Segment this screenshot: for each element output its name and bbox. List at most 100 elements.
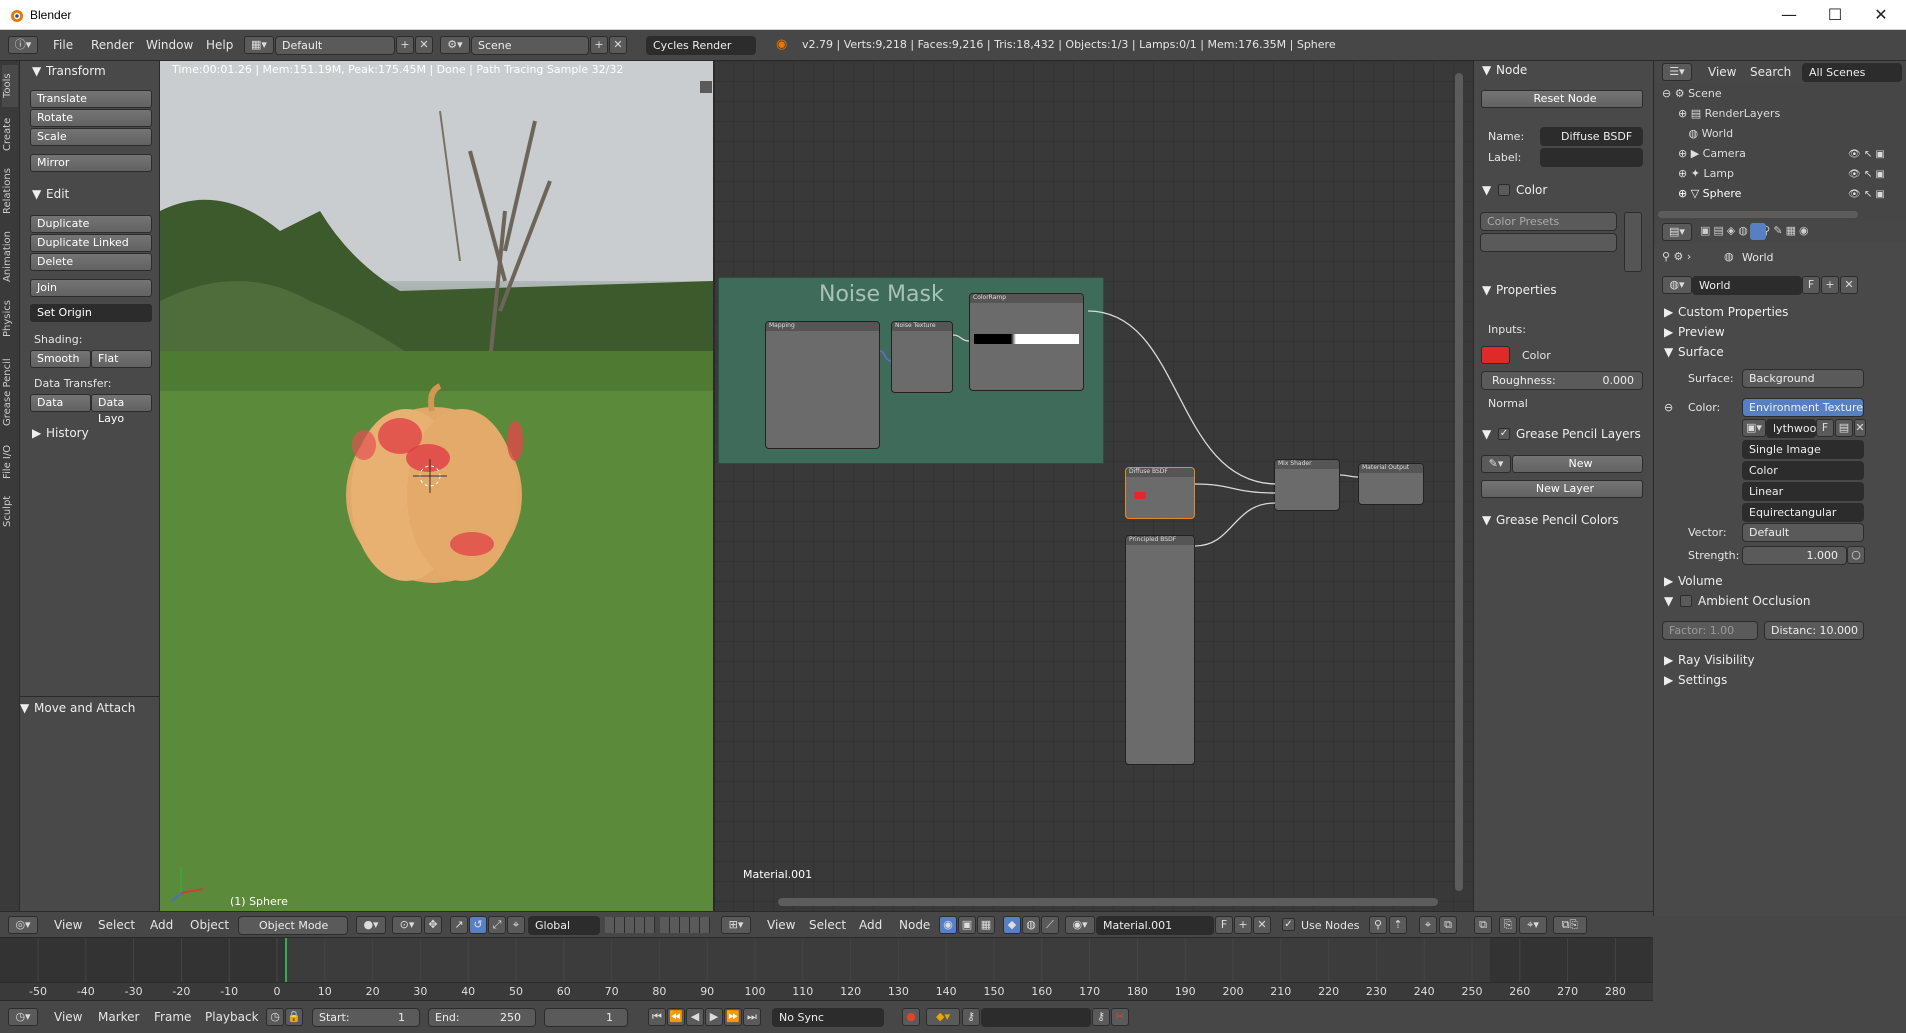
visibility-eye-icon[interactable]: 👁 ↖ ▣ xyxy=(1848,189,1885,200)
world-tab-icon[interactable] xyxy=(1750,223,1766,240)
node-label-field[interactable] xyxy=(1540,148,1643,167)
outliner-filter-select[interactable]: All Scenes xyxy=(1802,63,1902,82)
3d-add-menu[interactable]: Add xyxy=(150,918,173,932)
operator-collapse-icon[interactable]: ▼ xyxy=(20,701,29,715)
ao-collapse-icon[interactable]: ▼ xyxy=(1664,594,1673,608)
world-unlink-icon[interactable]: ✕ xyxy=(1840,276,1858,294)
go-parent-icon[interactable]: ⇡ xyxy=(1389,916,1407,934)
3d-viewport[interactable]: Time:00:01.26 | Mem:151.19M, Peak:175.45… xyxy=(160,61,713,916)
timeline-playback-menu[interactable]: Playback xyxy=(205,1010,259,1024)
image-fake-user-button[interactable]: F xyxy=(1816,419,1834,437)
diffuse-bsdf-node[interactable]: Diffuse BSDF xyxy=(1125,467,1195,519)
node-collapse-icon[interactable]: ▼ xyxy=(1482,63,1491,77)
properties-collapse-icon[interactable]: ▼ xyxy=(1482,283,1491,297)
node-tree-icon[interactable]: ⧉ xyxy=(1474,916,1492,934)
tab-physics[interactable]: Physics xyxy=(2,293,18,345)
translate-manipulator-icon[interactable]: ↗ xyxy=(450,916,468,934)
properties-editor-type-icon[interactable]: ▤▾ xyxy=(1662,223,1692,241)
grease-layers-checkbox[interactable]: ✓ xyxy=(1498,428,1510,440)
color-presets-select[interactable]: Color Presets xyxy=(1480,212,1617,231)
pivot-point-icon[interactable]: ⊙▾ xyxy=(392,916,422,934)
snap-icon[interactable]: ⌖ xyxy=(507,916,525,934)
image-unlink-icon[interactable]: ✕ xyxy=(1854,419,1866,437)
world-browse-icon[interactable]: ◍▾ xyxy=(1662,276,1692,294)
node-header[interactable]: Node xyxy=(1496,63,1527,77)
add-screen-icon[interactable]: + xyxy=(396,36,414,54)
outliner-scrollbar[interactable] xyxy=(1658,211,1858,218)
end-frame-field[interactable]: End: 250 xyxy=(428,1008,536,1027)
image-browse-icon[interactable]: ▣▾ xyxy=(1742,419,1766,437)
node-color-checkbox[interactable] xyxy=(1498,184,1510,196)
ray-visibility-expand-icon[interactable]: ▶ xyxy=(1664,653,1673,667)
transform-orientation-select[interactable]: Global xyxy=(528,916,600,935)
layers-grid-left[interactable] xyxy=(605,917,655,933)
world-name-field[interactable]: World xyxy=(1692,276,1802,295)
tab-relations[interactable]: Relations xyxy=(2,161,18,221)
history-expand-icon[interactable]: ▶ xyxy=(32,426,41,440)
surface-header[interactable]: Surface xyxy=(1678,345,1724,359)
timeline-view-menu[interactable]: View xyxy=(54,1010,82,1024)
diffuse-color-swatch[interactable] xyxy=(1134,492,1146,499)
jump-start-icon[interactable]: ⏮ xyxy=(648,1008,666,1026)
timeline-editor-type-icon[interactable]: ◷▾ xyxy=(8,1008,38,1026)
use-nodes-checkbox[interactable]: ✓ xyxy=(1282,918,1295,931)
visibility-eye-icon[interactable]: 👁 ↖ ▣ xyxy=(1848,149,1885,160)
material-output-node[interactable]: Material Output xyxy=(1358,463,1424,505)
grease-colors-collapse-icon[interactable]: ▼ xyxy=(1482,513,1491,527)
ao-checkbox[interactable] xyxy=(1680,595,1692,607)
world-new-icon[interactable]: + xyxy=(1821,276,1839,294)
ao-factor-field[interactable]: Factor: 1.00 xyxy=(1662,621,1758,640)
new-grease-button[interactable]: New xyxy=(1512,455,1643,473)
viewport-corner-widget[interactable] xyxy=(700,81,712,93)
data-layout-button[interactable]: Data Layo xyxy=(91,394,152,425)
minimize-button[interactable]: — xyxy=(1766,0,1812,30)
keying-set-icon[interactable]: ◆▾ xyxy=(926,1008,960,1026)
play-reverse-icon[interactable]: ◀ xyxy=(686,1008,704,1026)
ray-visibility-header[interactable]: Ray Visibility xyxy=(1678,653,1755,667)
material-name-field[interactable]: Material.001 xyxy=(1096,916,1214,935)
timeline-area[interactable]: -50 -40 -30 -20 -10 0 10 20 30 40 50 60 70 80 90 100 110… xyxy=(0,938,1653,1000)
ao-distance-field[interactable]: Distanc: 10.000 xyxy=(1764,621,1864,640)
outliner-item-renderlayers[interactable]: ⊕ ▤ RenderLayers xyxy=(1678,107,1780,120)
interpolation-select[interactable]: Linear xyxy=(1742,482,1864,501)
scene-field[interactable]: Scene xyxy=(471,36,589,55)
outliner-item-camera[interactable]: ⊕ ▶ Camera xyxy=(1678,147,1746,160)
ambient-occlusion-header[interactable]: Ambient Occlusion xyxy=(1698,594,1810,608)
jump-end-icon[interactable]: ⏭ xyxy=(743,1008,761,1026)
material-fake-user-button[interactable]: F xyxy=(1215,916,1233,934)
grease-layers-collapse-icon[interactable]: ▼ xyxy=(1482,427,1491,441)
menu-help[interactable]: Help xyxy=(206,38,233,52)
node-select-menu[interactable]: Select xyxy=(809,918,846,932)
tab-file-io[interactable]: File I/O xyxy=(2,439,18,485)
noise-texture-node[interactable]: Noise Texture xyxy=(891,321,953,393)
color-input-swatch[interactable] xyxy=(1481,346,1510,364)
snap-element-icon[interactable]: ⌖▾ xyxy=(1519,916,1547,934)
material-new-icon[interactable]: + xyxy=(1234,916,1252,934)
play-icon[interactable]: ▶ xyxy=(705,1008,723,1026)
outliner-view-menu[interactable]: View xyxy=(1708,65,1736,79)
3d-editor-type-icon[interactable]: ◎▾ xyxy=(8,916,38,934)
texture-nodes-icon[interactable]: ▦ xyxy=(977,916,995,934)
screen-layout-field[interactable]: Default xyxy=(275,36,395,55)
set-origin-select[interactable]: Set Origin xyxy=(30,304,152,322)
translate-button[interactable]: Translate xyxy=(30,90,152,108)
preview-range-icon[interactable]: ◷ xyxy=(266,1008,284,1026)
surface-collapse-icon[interactable]: ▼ xyxy=(1664,345,1673,359)
principled-bsdf-node[interactable]: Principled BSDF xyxy=(1125,535,1195,765)
area-divider[interactable] xyxy=(713,61,715,911)
3d-select-menu[interactable]: Select xyxy=(98,918,135,932)
node-editor-type-icon[interactable]: ⊞▾ xyxy=(721,916,751,934)
smooth-button[interactable]: Smooth xyxy=(30,350,91,368)
current-frame-field[interactable]: 1 xyxy=(544,1008,628,1027)
tab-tools[interactable]: Tools xyxy=(2,65,18,107)
remove-screen-icon[interactable]: ✕ xyxy=(415,36,433,54)
node-editor-h-scrollbar[interactable] xyxy=(778,898,1438,906)
active-keying-set-field[interactable] xyxy=(981,1008,1091,1027)
material-unlink-icon[interactable]: ✕ xyxy=(1253,916,1271,934)
pin-icon[interactable]: ⚲ xyxy=(1369,916,1387,934)
manipulator-icon[interactable]: ✥ xyxy=(424,916,442,934)
edit-header[interactable]: Edit xyxy=(46,187,69,201)
reset-node-button[interactable]: Reset Node xyxy=(1481,90,1643,108)
node-color-field[interactable] xyxy=(1480,233,1617,252)
roughness-slider[interactable]: Roughness: 0.000 xyxy=(1481,371,1643,390)
